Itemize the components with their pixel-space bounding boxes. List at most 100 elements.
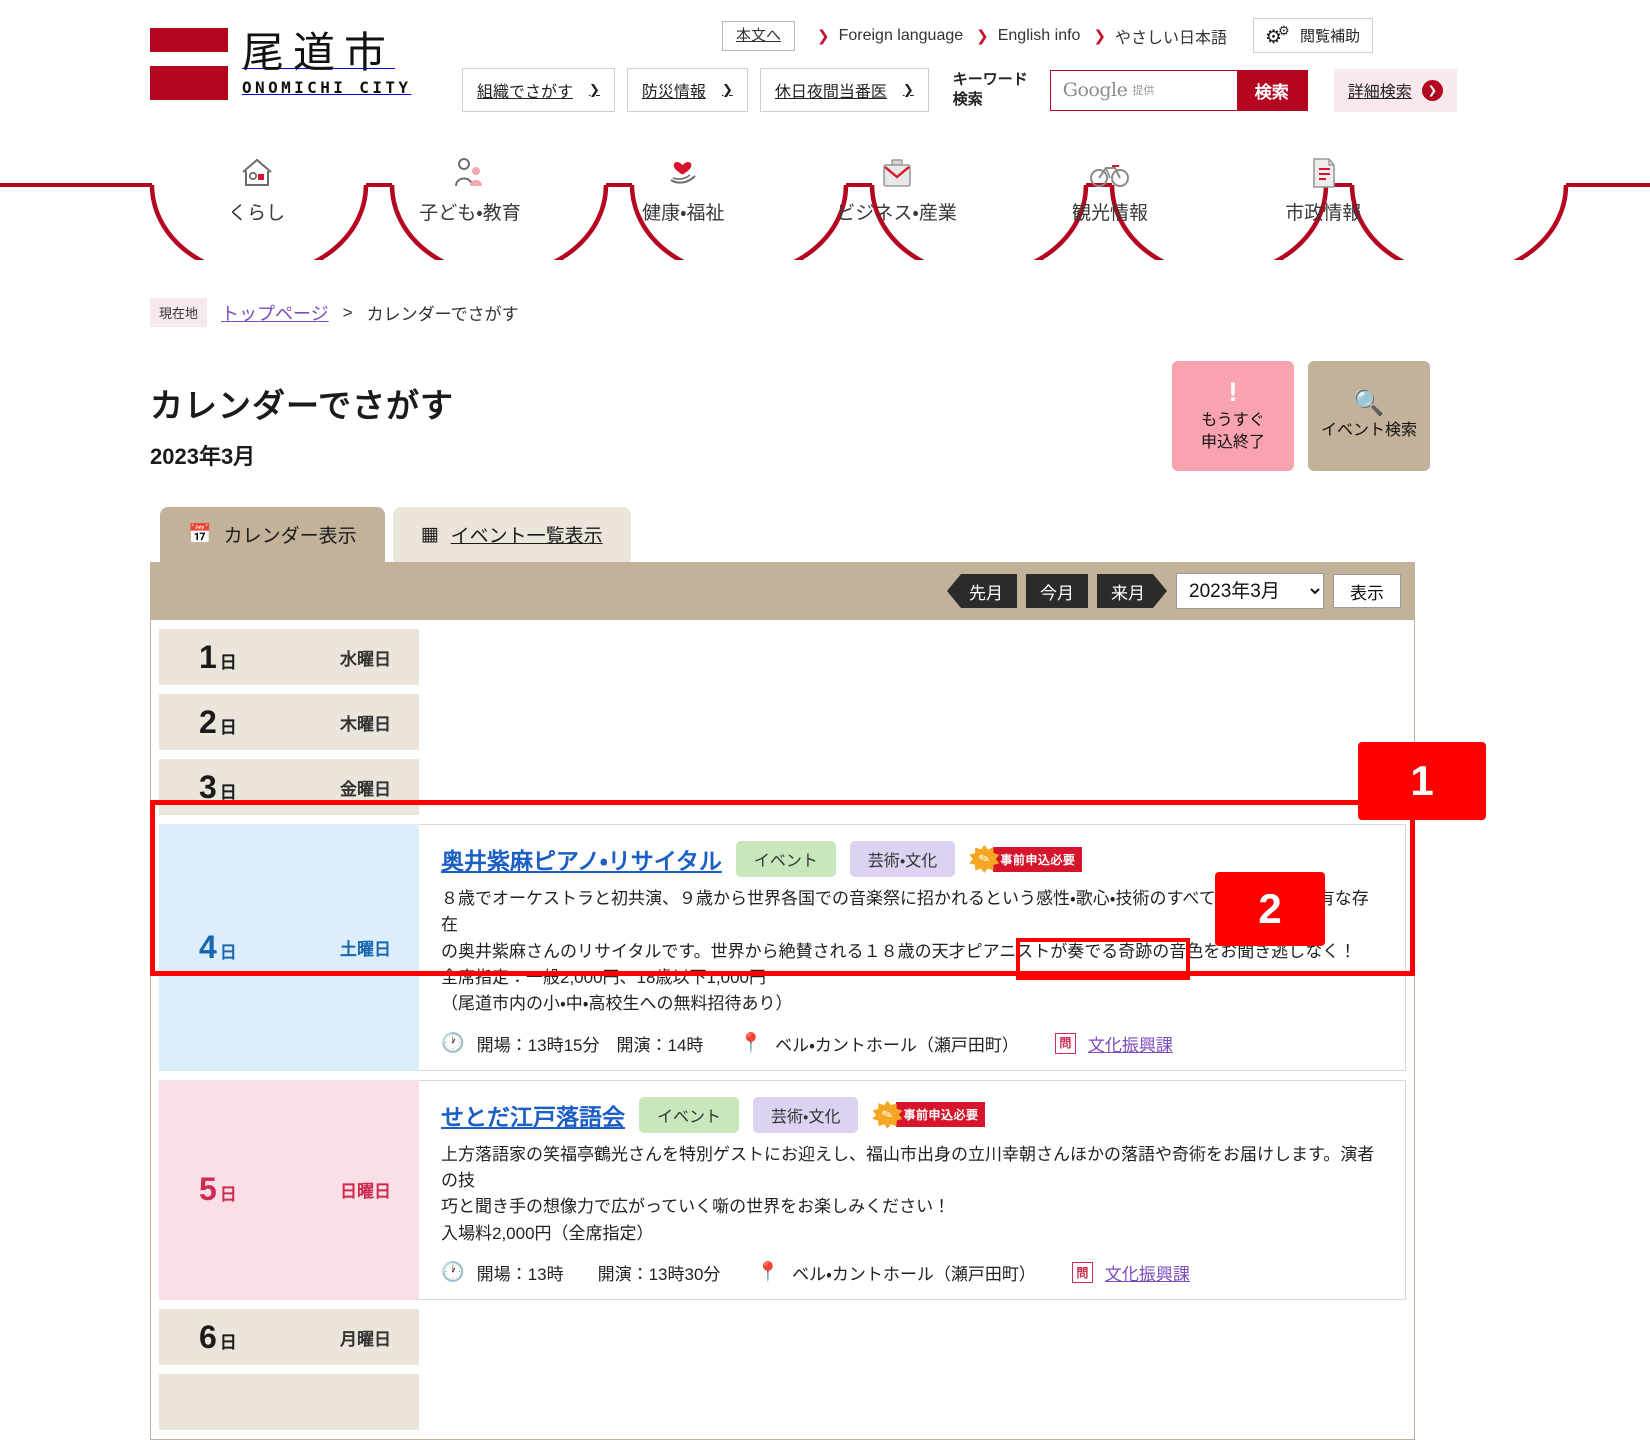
gnav-item-business-industry[interactable]: ビジネス・産業 — [790, 130, 1003, 260]
show-button[interactable]: 表示 — [1333, 574, 1401, 608]
page-title-area: カレンダーでさがす 2023年3月 ! もうすぐ 申込終了 🔍 イベント検索 — [150, 361, 1430, 471]
gnav-item-city-info[interactable]: 市政情報 — [1217, 130, 1430, 260]
day-events — [419, 694, 1406, 750]
tab-event-list-view[interactable]: ▦ イベント一覧表示 — [392, 507, 631, 562]
day-row: 4日 土曜日 奥井紫麻ピアノ・リサイタル イベント 芸術・文化 ✎ 事前申込必要 — [159, 824, 1406, 1071]
pre-registration-badge: ✎ 事前申込必要 — [872, 1100, 986, 1129]
event-desc-line: 巧と聞き手の想像力で広がっていく噺の世界をお楽しみください！ — [441, 1197, 951, 1217]
gnav-item-health-welfare[interactable]: 健康・福祉 — [577, 130, 790, 260]
event-venue: ベル・カントホール（瀬戸田町） — [775, 1035, 1019, 1055]
day-number: 4日 — [199, 929, 237, 966]
global-navigation: くらし 子ども・教育 健康・福祉 ビジネス・産業 観光情報 市政情報 — [0, 130, 1650, 260]
skip-to-content-link[interactable]: 本文へ — [722, 20, 796, 51]
advanced-search-button[interactable]: 詳細検索 ❯ — [1333, 68, 1457, 112]
tab-calendar-view[interactable]: 📅 カレンダー表示 — [160, 507, 385, 562]
deadline-soon-line1: もうすぐ — [1201, 411, 1265, 429]
calendar-icon: 📅 — [188, 524, 212, 545]
calendar-days-list: 1日 水曜日 2日 木曜日 3日 金曜日 4日 土曜日 奥井紫麻ピアノ・リサイタ… — [150, 620, 1415, 1440]
site-logo[interactable]: 尾道市 ONOMICHI CITY — [150, 28, 411, 100]
gnav-label: 子ども・教育 — [419, 203, 521, 224]
day-number-suffix: 日 — [219, 1185, 237, 1205]
gnav-item-tourism[interactable]: 観光情報 — [1003, 130, 1216, 260]
day-cell[interactable]: 5日 日曜日 — [159, 1079, 419, 1301]
day-number-suffix: 日 — [219, 1332, 237, 1352]
lang-link-english[interactable]: English info — [998, 27, 1081, 45]
search-submit-button[interactable]: 検索 — [1236, 70, 1307, 110]
day-number-suffix: 日 — [219, 942, 237, 962]
event-desc-line: 全席指定：一般2,000円、18歳以下1,000円 — [441, 968, 766, 988]
next-month-button[interactable]: 来月 — [1097, 574, 1167, 608]
house-icon — [237, 152, 277, 194]
this-month-button[interactable]: 今月 — [1026, 574, 1088, 608]
day-row: 5日 日曜日 せとだ江戸落語会 イベント 芸術・文化 ✎ 事前申込必要 上方落語… — [159, 1079, 1406, 1301]
day-cell[interactable]: 4日 土曜日 — [159, 824, 419, 1071]
chevron-right-icon: ❯ — [902, 82, 914, 97]
event-desc-line: （尾道市内の小・中・高校生への無料招待あり） — [441, 994, 793, 1014]
pre-registration-badge: ✎ 事前申込必要 — [969, 845, 1083, 873]
day-cell[interactable] — [159, 1374, 419, 1431]
day-cell[interactable]: 1日 水曜日 — [159, 629, 419, 685]
event-tag-genre: 芸術・文化 — [849, 841, 956, 877]
event-title-link[interactable]: せとだ江戸落語会 — [441, 1098, 625, 1132]
day-number-value: 2 — [199, 703, 217, 740]
day-weekday: 月曜日 — [340, 1329, 391, 1349]
inquiry-icon: 問 — [1054, 1032, 1076, 1054]
advanced-search-label: 詳細検索 — [1347, 84, 1412, 101]
day-cell[interactable]: 2日 木曜日 — [159, 694, 419, 750]
deadline-soon-label: もうすぐ 申込終了 — [1201, 410, 1265, 453]
day-events — [419, 1374, 1406, 1431]
breadcrumb-home-link[interactable]: トップページ — [221, 300, 329, 326]
chevron-right-icon: ❯ — [721, 82, 733, 97]
event-desc-line: 入場料2,000円（全席指定） — [441, 1223, 654, 1243]
location-pin-icon: 📍 — [756, 1262, 781, 1284]
site-header: 尾道市 ONOMICHI CITY 本文へ ❯ Foreign language… — [0, 0, 1650, 130]
prev-month-button[interactable]: 先月 — [947, 574, 1017, 608]
deadline-soon-button[interactable]: ! もうすぐ 申込終了 — [1172, 361, 1294, 471]
event-tag-category: イベント — [639, 1096, 740, 1133]
event-item: 奥井紫麻ピアノ・リサイタル イベント 芸術・文化 ✎ 事前申込必要 ８歳でオーケ… — [419, 825, 1405, 1070]
breadcrumb-separator: > — [342, 302, 353, 322]
logo-text-en: ONOMICHI CITY — [242, 77, 412, 97]
event-title-link[interactable]: 奥井紫麻ピアノ・リサイタル — [441, 842, 722, 876]
logo-mark-icon — [150, 28, 228, 100]
lang-link-foreign[interactable]: Foreign language — [839, 27, 964, 45]
gnav-label: くらし — [228, 203, 286, 224]
annotation-marker-2: 2 — [1215, 872, 1325, 946]
accessibility-assist-button[interactable]: ⚙ ⚙ 閲覧補助 — [1253, 18, 1374, 53]
day-cell[interactable]: 3日 金曜日 — [159, 759, 419, 815]
event-tag-genre: 芸術・文化 — [753, 1096, 859, 1133]
event-search-button[interactable]: 🔍 イベント検索 — [1308, 361, 1430, 471]
quick-link-label: 休日夜間当番医 — [774, 84, 887, 101]
inquiry-icon: 問 — [1071, 1262, 1093, 1284]
quick-link-organization[interactable]: 組織でさがす ❯ — [462, 68, 615, 112]
month-select[interactable]: 2023年3月 — [1176, 573, 1324, 609]
event-description: 上方落語家の笑福亭鶴光さんを特別ゲストにお迎えし、福山市出身の立川幸朝さんほかの… — [441, 1142, 1385, 1247]
gnav-item-children-education[interactable]: 子ども・教育 — [363, 130, 576, 260]
event-contact-link[interactable]: 文化振興課 — [1105, 1260, 1190, 1285]
lang-link-easy-japanese[interactable]: やさしい日本語 — [1115, 24, 1227, 48]
quick-link-disaster[interactable]: 防災情報 ❯ — [626, 68, 748, 112]
day-number: 2日 — [199, 704, 237, 741]
parent-child-icon — [450, 152, 490, 194]
day-row — [159, 1374, 1406, 1431]
day-events — [419, 629, 1406, 685]
annotation-marker-1-label: 1 — [1410, 757, 1434, 804]
logo-text-ja: 尾道市 — [242, 28, 396, 78]
page-title: カレンダーでさがす — [150, 387, 455, 424]
day-cell[interactable]: 6日 月曜日 — [159, 1309, 419, 1366]
briefcase-icon — [877, 152, 917, 194]
header-quick-links: 組織でさがす ❯ 防災情報 ❯ 休日夜間当番医 ❯ キーワード 検索 Googl… — [462, 68, 1457, 112]
chevron-right-icon: ❯ — [817, 27, 830, 45]
day-row: 2日 木曜日 — [159, 694, 1406, 750]
magnifier-icon: 🔍 — [1353, 388, 1385, 417]
day-number: 3日 — [199, 769, 237, 806]
clock-icon: 🕐 — [441, 1262, 465, 1284]
search-input[interactable]: Google 提供 — [1050, 70, 1237, 110]
breadcrumb-current: カレンダーでさがす — [366, 305, 519, 324]
gnav-item-kurashi[interactable]: くらし — [150, 130, 363, 260]
quick-link-holiday-doctor[interactable]: 休日夜間当番医 ❯ — [759, 68, 929, 112]
assist-button-label: 閲覧補助 — [1300, 28, 1361, 45]
page-subtitle: 2023年3月 — [150, 444, 256, 469]
event-contact-link[interactable]: 文化振興課 — [1088, 1031, 1173, 1056]
grid-icon: ▦ — [420, 524, 439, 545]
